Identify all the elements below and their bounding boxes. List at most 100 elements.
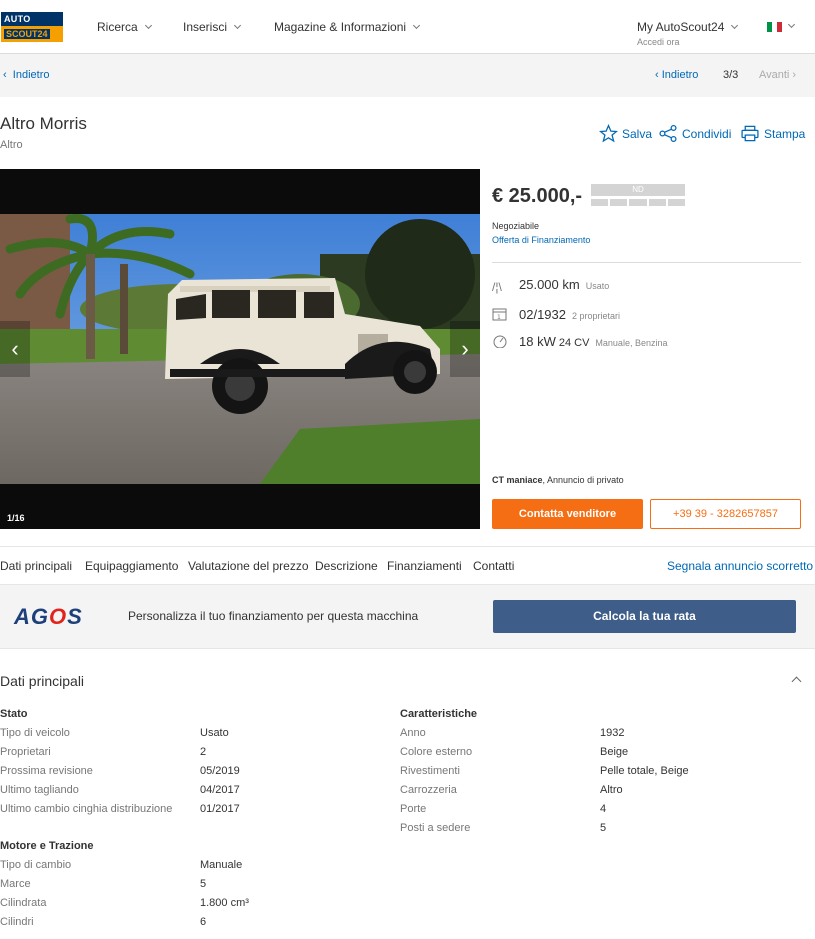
site-header: AUTO SCOUT24 Ricerca Inserisci Magazine … [0,0,815,54]
gauge-icon [492,334,514,349]
spec-value: 04/2017 [200,784,240,796]
calendar-icon: 1 [492,307,514,321]
spec-label: Ultimo cambio cinghia distribuzione [0,803,173,815]
tab-contatti[interactable]: Contatti [473,559,514,573]
spec-label: Anno [400,727,426,739]
spec-value: Pelle totale, Beige [600,765,689,777]
next-link[interactable]: Avanti › [759,69,796,81]
section-tabs: Dati principali Equipaggiamento Valutazi… [0,546,815,585]
car-photo [0,214,480,484]
spec-label: Posti a sedere [400,822,471,834]
calculate-installment-button[interactable]: Calcola la tua rata [493,600,796,633]
share-icon [659,124,677,143]
spec-value: 05/2019 [200,765,240,777]
account-title: My AutoScout24 [637,20,725,34]
back-link[interactable]: ‹ Indietro [3,69,49,81]
save-button[interactable]: Salva [599,124,652,143]
collapse-chevron-icon[interactable] [791,676,802,687]
photo-gallery[interactable]: ‹ › 1/16 [0,169,480,529]
spec-label: Porte [400,803,427,815]
spec-value: Beige [600,746,629,758]
price-rating-label: ND [591,184,685,196]
star-icon [599,124,618,143]
financing-banner: AGOS Personalizza il tuo finanziamento p… [0,585,815,649]
agos-logo: AGOS [14,604,83,629]
mileage-spec: /¦\ 25.000 km Usato [492,277,610,294]
price-rating-scale [591,199,686,206]
power-spec: 18 kW 24 CV Manuale, Benzina [492,332,667,349]
group-heading-stato: Stato [0,708,28,720]
negotiable-label: Negoziabile [492,221,540,231]
spec-label: Cilindri [0,916,34,928]
gallery-next-button[interactable]: › [450,321,480,377]
tab-dati-principali[interactable]: Dati principali [0,559,72,573]
spec-value: 2 [200,746,207,758]
svg-text:1: 1 [497,314,501,321]
financing-link[interactable]: Offerta di Finanziamento [492,235,590,245]
gallery-counter: 1/16 [7,513,25,523]
phone-button[interactable]: +39 39 - 3282657857 [650,499,801,529]
road-icon: /¦\ [492,280,502,294]
spec-value: Altro [600,784,623,796]
spec-label: Marce [0,878,31,890]
share-button[interactable]: Condividi [658,124,731,143]
spec-value: Usato [200,727,229,739]
spec-value: Manuale [200,859,243,871]
spec-label: Tipo di veicolo [0,727,70,739]
navigation-bar: ‹ Indietro ‹ Indietro 3/3 Avanti › [0,54,815,97]
spec-label: Prossima revisione [0,765,93,777]
contact-seller-button[interactable]: Contatta venditore [492,499,643,529]
nav-inserisci[interactable]: Inserisci [183,20,242,34]
spec-value: 6 [200,916,207,928]
spec-label: Tipo di cambio [0,859,72,871]
spec-value: 5 [200,878,207,890]
spec-label: Proprietari [0,746,51,758]
details-section-title: Dati principali [0,673,85,689]
spec-value: 4 [600,803,607,815]
spec-label: Cilindrata [0,897,47,909]
report-listing-link[interactable]: Segnala annuncio scorretto [667,559,813,573]
printer-icon [741,125,759,142]
spec-label: Colore esterno [400,746,473,758]
financing-banner-text: Personalizza il tuo finanziamento per qu… [128,609,419,623]
logo-bottom-text: SCOUT24 [1,26,63,42]
divider [492,262,801,263]
previous-link[interactable]: ‹ Indietro [655,69,698,81]
group-heading-caratteristiche: Caratteristiche [400,708,478,720]
spec-value: 1.800 cm³ [200,897,249,909]
spec-value: 1932 [600,727,625,739]
tab-valutazione-prezzo[interactable]: Valutazione del prezzo [188,559,309,573]
registration-spec: 1 02/1932 2 proprietari [492,305,620,322]
spec-value: 01/2017 [200,803,240,815]
tab-equipaggiamento[interactable]: Equipaggiamento [85,559,178,573]
seller-info: CT maniace, Annuncio di privato [492,475,624,485]
nav-magazine[interactable]: Magazine & Informazioni [274,20,421,34]
listing-subtitle: Altro [0,139,23,151]
tab-descrizione[interactable]: Descrizione [315,559,378,573]
autoscout24-logo[interactable]: AUTO SCOUT24 [1,12,63,42]
language-chevron-icon[interactable] [787,20,796,29]
chevron-down-icon [144,21,152,30]
tab-finanziamenti[interactable]: Finanziamenti [387,559,462,573]
spec-label: Ultimo tagliando [0,784,79,796]
flag-red [777,22,782,32]
vintage-car-photo [0,214,480,484]
pager-count: 3/3 [723,69,739,81]
spec-label: Rivestimenti [400,765,460,777]
login-link[interactable]: Accedi ora [637,37,737,47]
chevron-down-icon [413,21,421,30]
nav-ricerca[interactable]: Ricerca [97,20,152,34]
group-heading-motore: Motore e Trazione [0,840,94,852]
chevron-down-icon [233,21,242,30]
print-button[interactable]: Stampa [740,124,805,143]
logo-top-text: AUTO [1,12,63,26]
listing-title: Altro Morris [0,114,87,133]
price: € 25.000,- [492,185,583,207]
price-rating-badge: ND [591,184,686,208]
gallery-prev-button[interactable]: ‹ [0,321,30,377]
italy-flag-icon[interactable] [767,22,782,32]
chevron-down-icon [731,21,739,30]
spec-label: Carrozzeria [400,784,457,796]
account-menu[interactable]: My AutoScout24 Accedi ora [637,20,739,47]
spec-value: 5 [600,822,607,834]
